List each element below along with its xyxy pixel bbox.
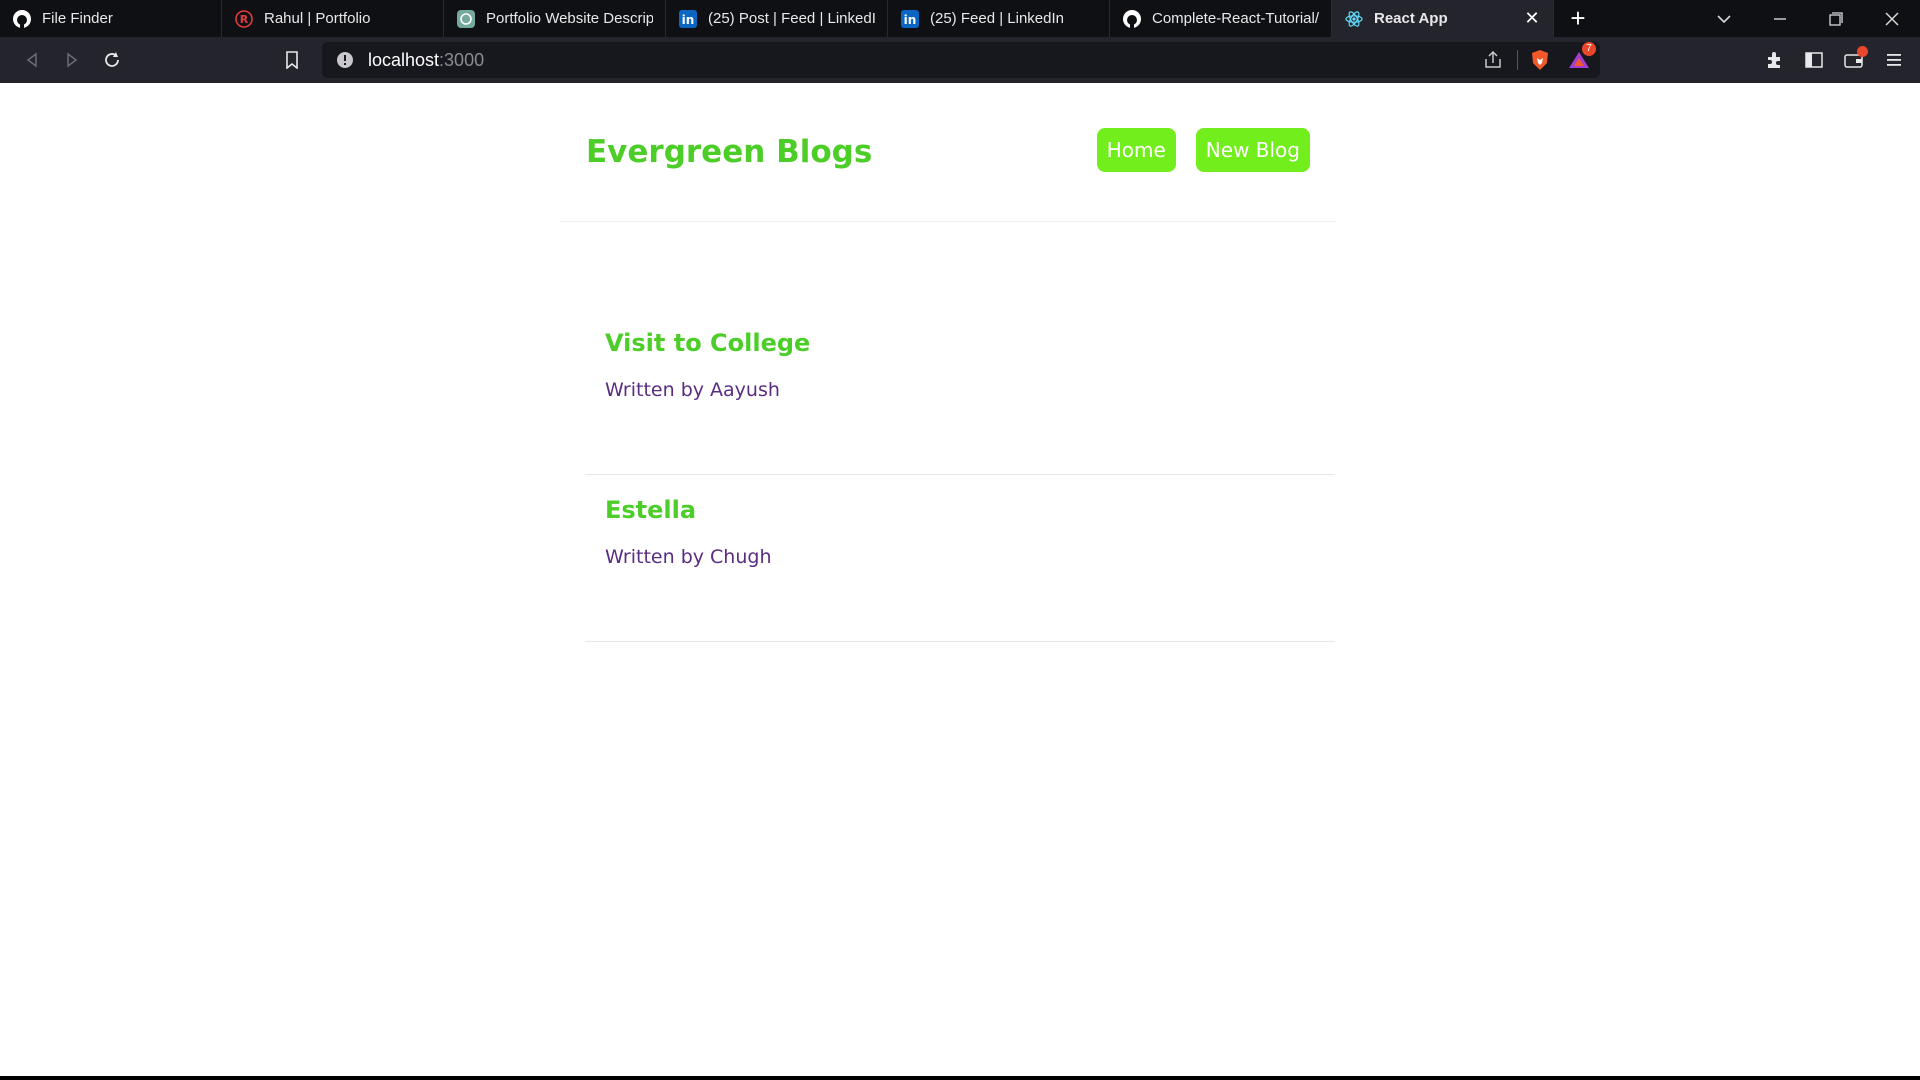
sidebar-icon[interactable] <box>1794 40 1834 80</box>
tab-github-repo[interactable]: Complete-React-Tutorial/C <box>1110 0 1332 37</box>
blog-list: Visit to College Written by Aayush Estel… <box>585 308 1335 642</box>
address-bar[interactable]: localhost:3000 7 <box>322 42 1600 78</box>
tab-title: (25) Feed | LinkedIn <box>930 10 1064 27</box>
tab-chatgpt[interactable]: Portfolio Website Descriptio <box>444 0 666 37</box>
minimize-icon[interactable] <box>1752 0 1808 37</box>
tab-list-chevron-icon[interactable] <box>1696 0 1752 37</box>
tab-linkedin-feed[interactable]: in (25) Feed | LinkedIn <box>888 0 1110 37</box>
wallet-icon[interactable] <box>1834 40 1874 80</box>
brave-shields-icon[interactable] <box>1530 49 1550 71</box>
forward-icon[interactable] <box>52 40 92 80</box>
home-link[interactable]: Home <box>1096 128 1176 172</box>
close-tab-icon[interactable]: ✕ <box>1523 8 1541 29</box>
react-icon <box>1344 9 1364 29</box>
tab-title: Portfolio Website Descriptio <box>486 10 653 27</box>
blog-author: Written by Chugh <box>605 546 772 568</box>
portfolio-r-icon: R <box>234 9 254 29</box>
bookmark-icon[interactable] <box>272 40 312 80</box>
svg-text:R: R <box>240 13 249 26</box>
linkedin-icon: in <box>678 9 698 29</box>
close-window-icon[interactable] <box>1864 0 1920 37</box>
brave-rewards-icon[interactable]: 7 <box>1568 42 1596 70</box>
blog-title[interactable]: Visit to College <box>605 329 1315 357</box>
share-icon[interactable] <box>1483 51 1503 69</box>
tab-title: (25) Post | Feed | LinkedIn <box>708 10 875 27</box>
bottom-edge <box>0 1076 1920 1079</box>
browser-chrome: File Finder R Rahul | Portfolio Portfoli… <box>0 0 1920 83</box>
site-brand: Evergreen Blogs <box>586 134 873 170</box>
url-host: localhost <box>368 49 440 70</box>
tab-file-finder[interactable]: File Finder <box>0 0 222 37</box>
github-icon <box>1122 9 1142 29</box>
url-port: :3000 <box>439 49 485 70</box>
menu-icon[interactable] <box>1874 40 1914 80</box>
extensions-icon[interactable] <box>1754 40 1794 80</box>
nav-links: Home New Blog <box>1096 128 1310 172</box>
back-icon[interactable] <box>12 40 52 80</box>
tab-title: React App <box>1374 10 1448 27</box>
linkedin-icon: in <box>900 9 920 29</box>
blog-preview[interactable]: Visit to College Written by Aayush <box>585 308 1335 475</box>
new-blog-link[interactable]: New Blog <box>1195 128 1310 172</box>
blog-title[interactable]: Estella <box>605 496 1315 524</box>
new-tab-button[interactable]: + <box>1554 0 1602 37</box>
blog-preview[interactable]: Estella Written by Chugh <box>585 475 1335 642</box>
wallet-notification-dot <box>1857 46 1868 57</box>
rewards-badge: 7 <box>1582 42 1596 56</box>
tab-react-app[interactable]: React App ✕ <box>1332 0 1554 37</box>
site-info-icon[interactable] <box>336 51 360 69</box>
browser-toolbar: localhost:3000 7 <box>0 37 1920 83</box>
blog-author: Written by Aayush <box>605 379 780 401</box>
tab-title: Rahul | Portfolio <box>264 10 371 27</box>
chatgpt-icon <box>456 9 476 29</box>
restore-icon[interactable] <box>1808 0 1864 37</box>
github-icon <box>12 9 32 29</box>
tab-linkedin-post[interactable]: in (25) Post | Feed | LinkedIn <box>666 0 888 37</box>
navbar: Evergreen Blogs Home New Blog <box>560 83 1336 222</box>
page-viewport: Evergreen Blogs Home New Blog Visit to C… <box>0 83 1920 1079</box>
tab-bar: File Finder R Rahul | Portfolio Portfoli… <box>0 0 1920 37</box>
svg-text:in: in <box>682 13 695 27</box>
tab-portfolio[interactable]: R Rahul | Portfolio <box>222 0 444 37</box>
reload-icon[interactable] <box>92 40 132 80</box>
svg-text:in: in <box>904 13 917 27</box>
tab-title: Complete-React-Tutorial/C <box>1152 10 1319 27</box>
tab-title: File Finder <box>42 10 113 27</box>
